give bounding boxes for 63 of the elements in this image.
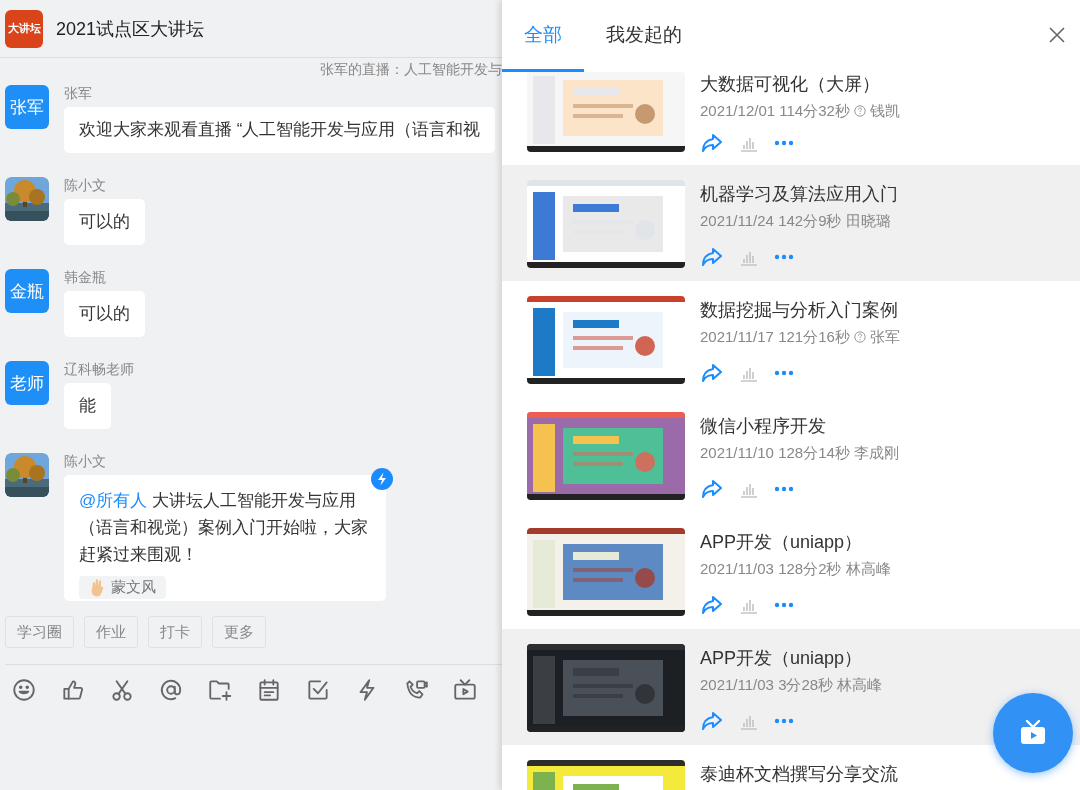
smile-icon[interactable] (11, 677, 37, 703)
recording-item[interactable]: 大数据可视化（大屏） 2021/12/01 114分32秒 钱凯 (502, 72, 1080, 165)
live-notice: 张军的直播：人工智能开发与 (320, 61, 502, 77)
recording-item[interactable]: APP开发（uniapp） 2021/11/03 3分28秒 林高峰 (502, 629, 1080, 745)
recording-item[interactable]: 机器学习及算法应用入门 2021/11/24 142分9秒 田晓璐 (502, 165, 1080, 281)
recording-title: 大数据可视化（大屏） (700, 73, 881, 96)
share-icon[interactable] (700, 245, 724, 269)
more-icon[interactable] (774, 602, 794, 608)
folder-plus-icon[interactable] (207, 677, 233, 703)
avatar[interactable]: 老师 (5, 361, 49, 405)
group-title: 2021试点区大讲坛 (56, 17, 205, 41)
recording-meta: 2021/11/17 121分16秒 张军 (700, 328, 901, 347)
message-text: 可以的 (79, 303, 130, 325)
sender-name: 韩金瓶 (64, 269, 107, 287)
more-icon[interactable] (774, 140, 794, 146)
recording-meta: 2021/11/10 128分14秒 李成刚 (700, 444, 899, 463)
message-text: 欢迎大家来观看直播 “人工智能开发与应用（语言和视 (79, 119, 481, 141)
tv-icon[interactable] (452, 677, 478, 703)
group-logo: 大讲坛 (5, 9, 43, 48)
more-icon[interactable] (774, 370, 794, 376)
recording-title: 泰迪杯文档撰写分享交流 (700, 763, 898, 786)
scissors-icon[interactable] (109, 677, 135, 703)
close-icon[interactable] (1048, 26, 1066, 44)
tab[interactable]: 我发起的 (584, 0, 704, 72)
recording-item[interactable]: 数据挖掘与分析入门案例 2021/11/17 121分16秒 张军 (502, 281, 1080, 397)
more-icon[interactable] (774, 718, 794, 724)
message-text: @所有人 大讲坛人工智能开发与应用（语言和视觉）案例入门开始啦，大家赶紧过来围观！ (79, 490, 369, 566)
message-text: 能 (79, 395, 96, 417)
share-icon[interactable] (700, 361, 724, 385)
calendar-icon[interactable] (256, 677, 282, 703)
share-icon[interactable] (700, 593, 724, 617)
mention-link[interactable]: @所有人 (79, 491, 148, 510)
recording-title: 数据挖掘与分析入门案例 (700, 299, 899, 322)
recording-meta: 2021/11/03 128分2秒 林高峰 (700, 560, 891, 579)
tv-icon (1018, 719, 1048, 747)
avatar[interactable]: 金瓶 (5, 269, 49, 313)
more-icon[interactable] (774, 254, 794, 260)
sender-name: 辽科畅老师 (64, 361, 134, 379)
recording-item[interactable]: 微信小程序开发 2021/11/10 128分14秒 李成刚 (502, 397, 1080, 513)
recording-title: APP开发（uniapp） (700, 531, 864, 554)
recording-meta: 2021/11/03 3分28秒 林高峰 (700, 676, 883, 695)
quick-action-button[interactable]: 学习圈 (5, 616, 74, 648)
share-icon[interactable] (700, 709, 724, 733)
avatar[interactable]: 张军 (5, 85, 49, 129)
sender-name: 陈小文 (64, 177, 107, 195)
quick-action-button[interactable]: 打卡 (148, 616, 202, 648)
checkbox-icon[interactable] (305, 677, 331, 703)
share-icon[interactable] (700, 131, 724, 155)
recording-title: APP开发（uniapp） (700, 647, 864, 670)
reaction-tag[interactable]: 蒙文风 (79, 576, 166, 599)
recording-item[interactable]: APP开发（uniapp） 2021/11/03 128分2秒 林高峰 (502, 513, 1080, 629)
recording-meta: 2021/12/01 114分32秒 钱凯 (700, 102, 901, 121)
message-text: 可以的 (79, 211, 130, 233)
share-icon[interactable] (700, 477, 724, 501)
more-icon[interactable] (774, 486, 794, 492)
recording-title: 微信小程序开发 (700, 415, 827, 438)
recording-meta: 2021/11/24 142分9秒 田晓璐 (700, 212, 892, 231)
sender-name: 陈小文 (64, 453, 107, 471)
quick-action-button[interactable]: 作业 (84, 616, 138, 648)
at-icon[interactable] (158, 677, 184, 703)
quick-action-button[interactable]: 更多 (212, 616, 266, 648)
recording-title: 机器学习及算法应用入门 (700, 183, 898, 206)
sender-name: 张军 (64, 85, 93, 103)
